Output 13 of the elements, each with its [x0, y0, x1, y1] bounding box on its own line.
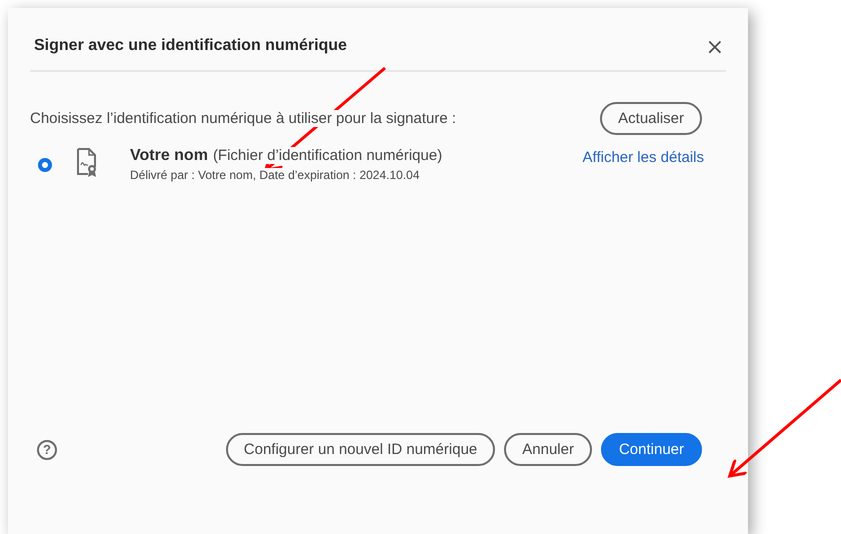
prompt-text: Choisissez l’identification numérique à utiliser pour la signature :	[30, 110, 456, 127]
refresh-button[interactable]: Actualiser	[600, 102, 702, 135]
id-type: (Fichier d’identification numérique)	[212, 147, 442, 164]
dialog-title: Signer avec une identification numérique	[34, 37, 347, 55]
dialog-button[interactable]: Annuler	[504, 433, 592, 466]
certificate-file-icon	[76, 147, 98, 177]
details-link[interactable]: Afficher les détails	[582, 149, 704, 166]
continue-button[interactable]: Continuer	[600, 433, 702, 466]
dialog-button[interactable]: Configurer un nouvel ID numérique	[226, 433, 496, 466]
id-name: Votre nom	[130, 147, 208, 165]
help-button[interactable]: ?	[37, 440, 57, 460]
close-button[interactable]: ×	[704, 38, 726, 58]
radio-button[interactable]	[38, 158, 52, 172]
